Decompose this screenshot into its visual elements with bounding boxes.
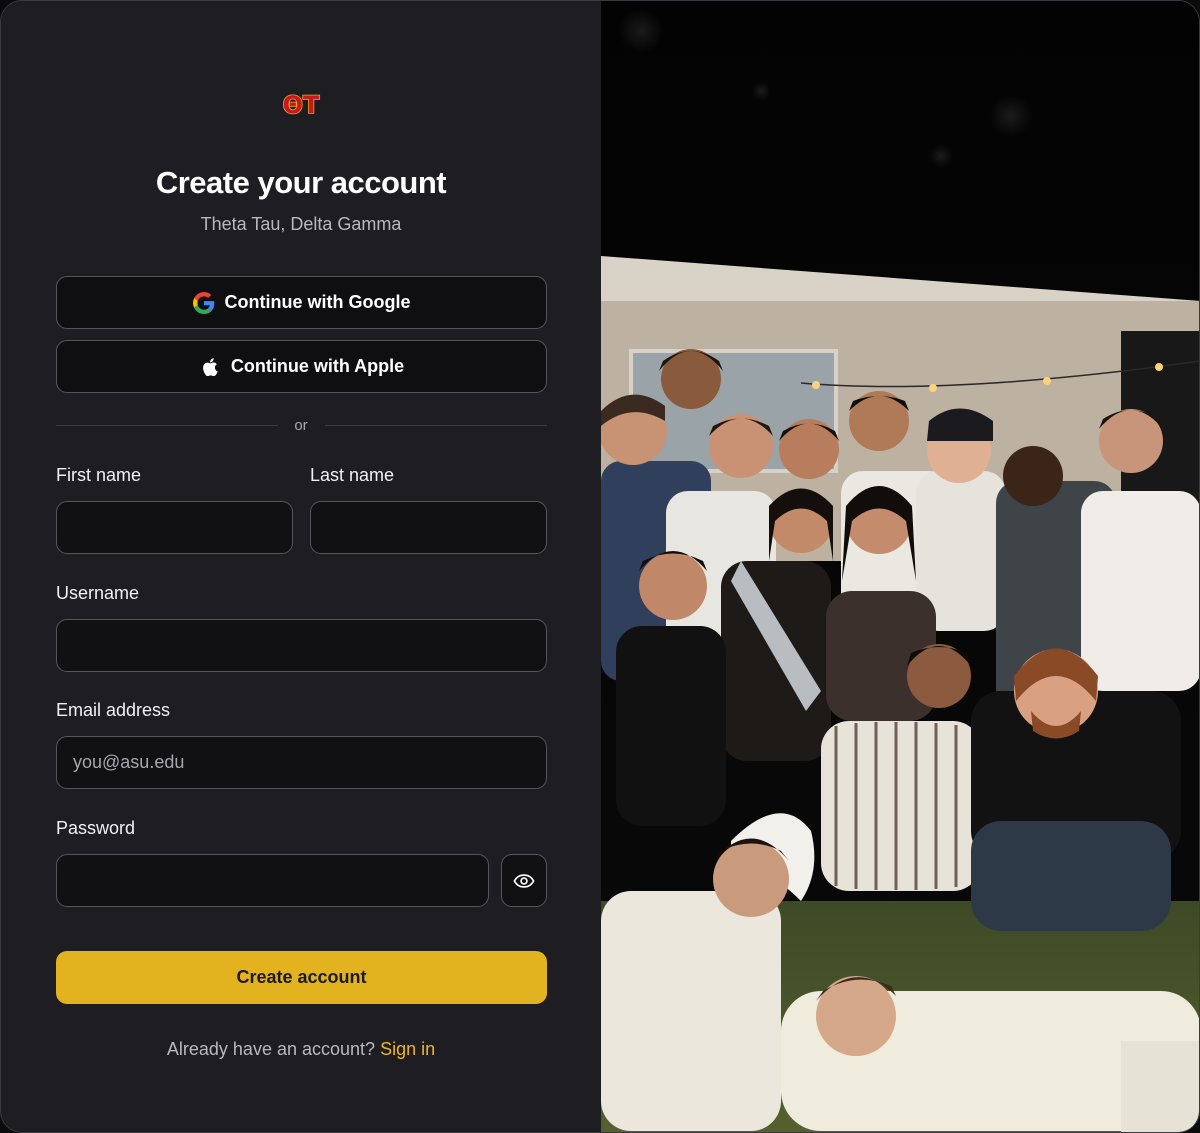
email-field[interactable] — [56, 736, 547, 789]
continue-with-apple-button[interactable]: Continue with Apple — [56, 340, 547, 393]
apple-icon — [199, 356, 221, 378]
password-label: Password — [56, 818, 136, 838]
page-title: Create your account — [155, 165, 447, 200]
last-name-label: Last name — [310, 465, 395, 485]
group-photo — [601, 1, 1199, 1132]
create-account-button[interactable]: Create account — [56, 951, 547, 1004]
sign-in-link[interactable]: Sign in — [380, 1039, 435, 1059]
logo-text: ΘT — [283, 91, 320, 119]
group-photo-image — [601, 1, 1199, 1132]
password-field[interactable] — [56, 854, 489, 907]
first-name-field[interactable] — [56, 501, 293, 554]
page-subtitle: Theta Tau, Delta Gamma — [200, 214, 402, 234]
brand-logo: ΘT — [282, 90, 321, 119]
email-label: Email address — [56, 700, 171, 720]
google-icon — [192, 291, 215, 314]
sign-in-prompt-text: Already have an account? — [166, 1039, 376, 1059]
divider-line-right — [325, 425, 547, 426]
divider-line-left — [56, 425, 278, 426]
first-name-label: First name — [56, 465, 142, 485]
username-field[interactable] — [56, 619, 547, 672]
continue-with-google-button[interactable]: Continue with Google — [56, 276, 547, 329]
last-name-field[interactable] — [310, 501, 547, 554]
signup-window: ΘT Create your account Theta Tau, Delta … — [0, 0, 1200, 1133]
eye-icon — [513, 873, 535, 889]
toggle-password-visibility-button[interactable] — [501, 854, 547, 907]
sign-in-prompt: Already have an account? Sign in — [1, 1039, 601, 1060]
divider-text: or — [294, 417, 308, 434]
apple-button-label: Continue with Apple — [230, 356, 405, 376]
username-label: Username — [56, 583, 140, 603]
signup-panel: ΘT Create your account Theta Tau, Delta … — [1, 1, 601, 1132]
google-button-label: Continue with Google — [224, 292, 411, 312]
